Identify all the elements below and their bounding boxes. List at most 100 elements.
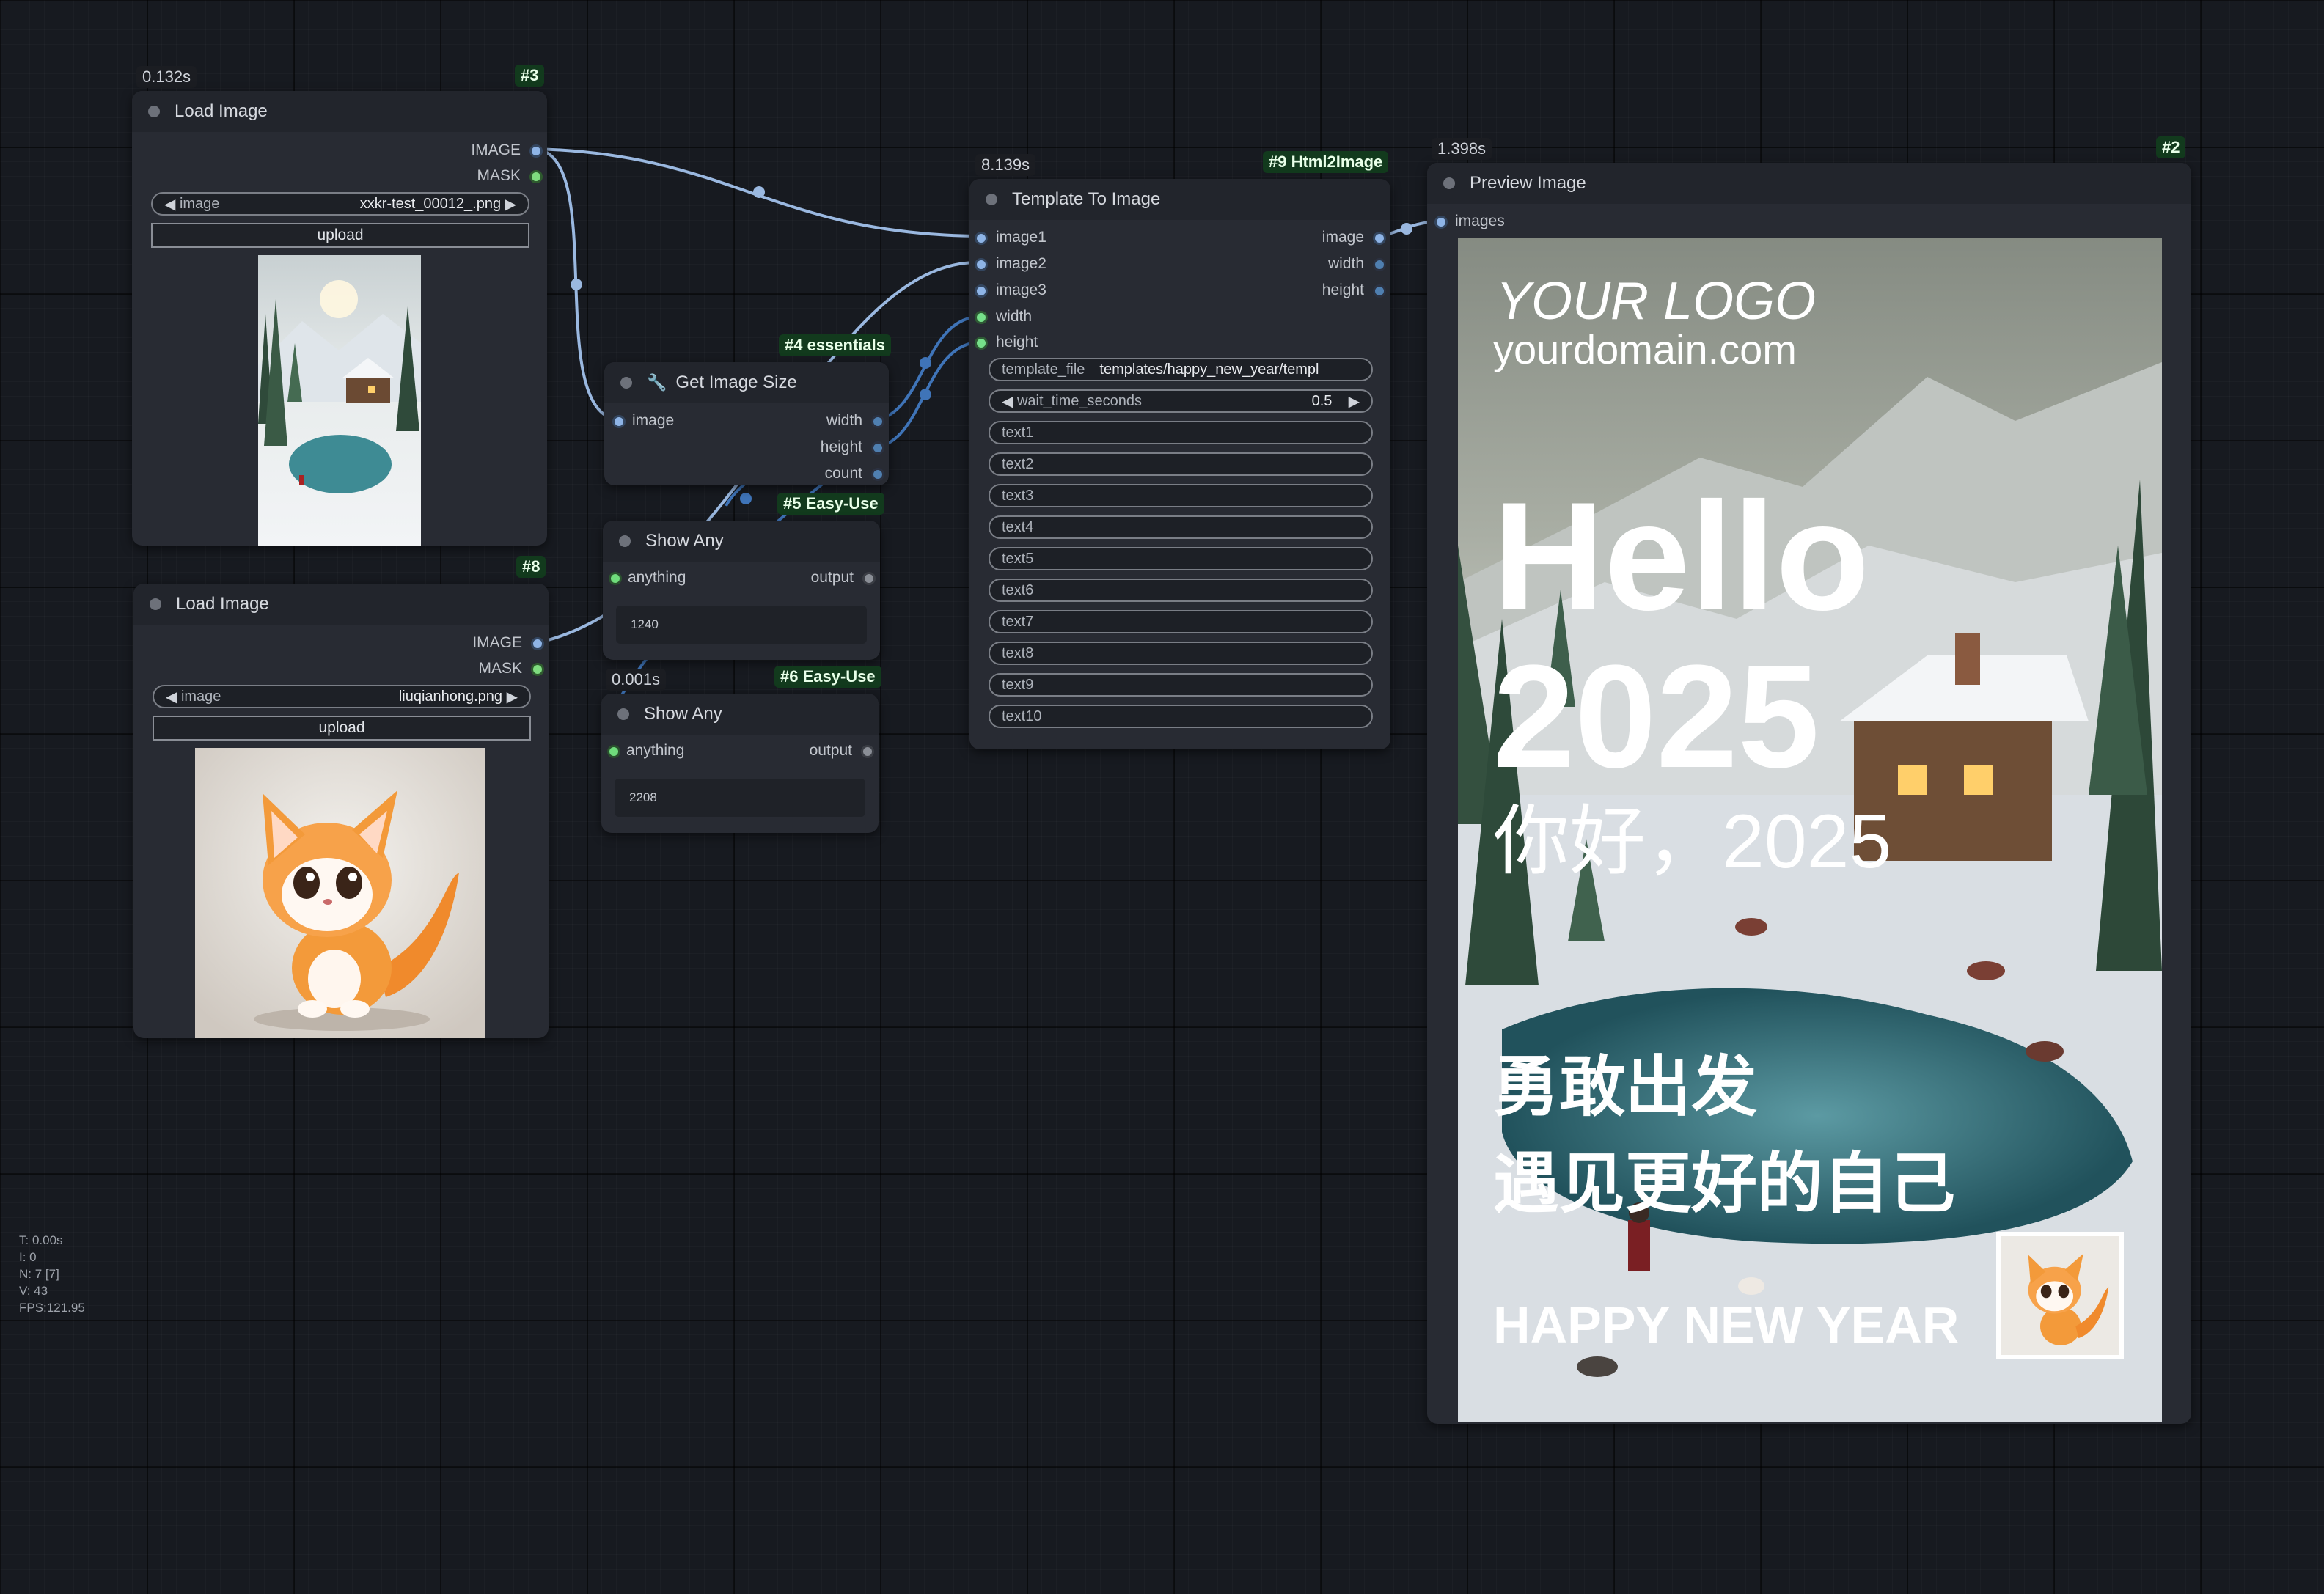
output-image-label: IMAGE <box>472 634 522 651</box>
arrow-right-icon[interactable]: ▶ <box>1332 392 1360 411</box>
output-width-socket[interactable] <box>1373 258 1386 271</box>
tmpl-time: 8.139s <box>975 154 1036 176</box>
input-image1-socket[interactable] <box>975 232 988 245</box>
node-header[interactable]: Show Any <box>601 694 879 735</box>
poster-cn-line1: 勇敢出发 <box>1493 1051 1757 1124</box>
output-mask-label: MASK <box>478 660 522 677</box>
wait-time-slider[interactable]: ◀ wait_time_seconds 0.5 ▶ <box>989 389 1373 413</box>
input-images-socket[interactable] <box>1434 216 1448 229</box>
text9-input[interactable]: text9 <box>989 673 1373 697</box>
canvas-stats: T: 0.00s I: 0 N: 7 [7] V: 43 FPS:121.95 <box>19 1232 85 1316</box>
arrow-left-icon[interactable]: ◀ <box>166 688 181 706</box>
preview-image-node[interactable]: Preview Image images YOUR LOGO yourdomai… <box>1427 163 2191 1424</box>
text4-input[interactable]: text4 <box>989 515 1373 539</box>
winter-lake-thumbnail <box>258 255 421 546</box>
image-combo[interactable]: ◀ image liuqianhong.png ▶ <box>153 685 531 708</box>
arrow-right-icon[interactable]: ▶ <box>502 688 518 706</box>
preview-id: #2 <box>2156 136 2186 158</box>
input-images-label: images <box>1455 213 1505 229</box>
text6-input[interactable]: text6 <box>989 579 1373 602</box>
text10-input[interactable]: text10 <box>989 705 1373 728</box>
output-mask-socket[interactable] <box>531 663 544 676</box>
show-any-node-1[interactable]: Show Any anything output 1240 <box>603 521 880 660</box>
poster-footer: HAPPY NEW YEAR <box>1493 1296 1960 1354</box>
input-image2-socket[interactable] <box>975 258 988 271</box>
collapse-dot-icon[interactable] <box>620 377 632 389</box>
node-header[interactable]: Load Image <box>133 584 549 625</box>
output-socket[interactable] <box>862 572 876 585</box>
collapse-dot-icon[interactable] <box>619 535 631 547</box>
output-mask-label: MASK <box>477 167 521 184</box>
output-height-label: height <box>820 438 862 455</box>
collapse-dot-icon[interactable] <box>150 598 161 610</box>
image-combo[interactable]: ◀ image xxkr-test_00012_.png ▶ <box>151 192 529 216</box>
input-anything-socket[interactable] <box>607 745 620 758</box>
load-image-node-1[interactable]: Load Image IMAGE MASK ◀ image xxkr-test_0… <box>132 91 547 546</box>
output-socket[interactable] <box>861 745 874 758</box>
poster-hello: Hello <box>1493 470 1870 642</box>
output-label: output <box>809 742 852 759</box>
node-header[interactable]: Template To Image <box>969 179 1390 220</box>
poster-cn-greeting: 你好，2025 <box>1493 799 1892 884</box>
text1-input[interactable]: text1 <box>989 421 1373 444</box>
node-title: Load Image <box>176 594 269 614</box>
output-width-label: width <box>1327 255 1364 272</box>
text2-input[interactable]: text2 <box>989 452 1373 476</box>
text8-input[interactable]: text8 <box>989 642 1373 665</box>
node-header[interactable]: Load Image <box>132 91 547 132</box>
poster-domain: yourdomain.com <box>1493 326 1797 372</box>
input-image1-label: image1 <box>996 229 1046 246</box>
arrow-left-icon[interactable]: ◀ <box>164 195 180 213</box>
output-width-socket[interactable] <box>871 415 884 428</box>
input-image3-socket[interactable] <box>975 284 988 298</box>
input-image2-label: image2 <box>996 255 1046 272</box>
node-header[interactable]: 🔧 Get Image Size <box>604 362 889 403</box>
output-image-socket[interactable] <box>1373 232 1386 245</box>
node-title: Show Any <box>644 704 722 724</box>
input-image-label: image <box>632 412 675 429</box>
upload-button[interactable]: upload <box>151 223 529 248</box>
stat-i: I: 0 <box>19 1250 37 1264</box>
text5-input[interactable]: text5 <box>989 547 1373 570</box>
output-height-socket[interactable] <box>1373 284 1386 298</box>
arrow-right-icon[interactable]: ▶ <box>501 195 516 213</box>
output-mask-socket[interactable] <box>529 170 543 183</box>
arrow-left-icon[interactable]: ◀ <box>1002 392 1017 411</box>
output-value-box[interactable]: 1240 <box>616 606 867 644</box>
input-height-socket[interactable] <box>975 337 988 350</box>
input-anything-socket[interactable] <box>609 572 622 585</box>
poster-logo: YOUR LOGO <box>1496 272 1817 331</box>
collapse-dot-icon[interactable] <box>986 194 997 205</box>
load-image-node-2[interactable]: Load Image IMAGE MASK ◀ image liuqianhong… <box>133 584 549 1038</box>
output-value-box[interactable]: 2208 <box>615 779 865 817</box>
stat-nodes: N: 7 [7] <box>19 1267 59 1281</box>
output-height-socket[interactable] <box>871 441 884 455</box>
collapse-dot-icon[interactable] <box>617 708 629 720</box>
poster-year: 2025 <box>1493 635 1819 798</box>
show-any-node-2[interactable]: Show Any anything output 2208 <box>601 694 879 833</box>
text7-input[interactable]: text7 <box>989 610 1373 633</box>
collapse-dot-icon[interactable] <box>148 106 160 117</box>
upload-button[interactable]: upload <box>153 716 531 741</box>
input-anything-label: anything <box>628 569 686 586</box>
template-file-input[interactable]: template_file templates/happy_new_year/te… <box>989 358 1373 381</box>
node-header[interactable]: Show Any <box>603 521 880 562</box>
node-header[interactable]: Preview Image <box>1427 163 2191 204</box>
get-image-size-node[interactable]: 🔧 Get Image Size image width height count <box>604 362 889 485</box>
template-to-image-node[interactable]: Template To Image image1 image2 image3 w… <box>969 179 1390 749</box>
size-id: #4 essentials <box>779 334 891 356</box>
load1-time: 0.132s <box>136 66 197 88</box>
stat-fps: FPS:121.95 <box>19 1301 85 1315</box>
stat-v: V: 43 <box>19 1284 48 1298</box>
input-width-socket[interactable] <box>975 311 988 324</box>
output-count-socket[interactable] <box>871 468 884 481</box>
output-image-socket[interactable] <box>531 637 544 650</box>
collapse-dot-icon[interactable] <box>1443 177 1455 189</box>
show2-time: 0.001s <box>606 669 667 691</box>
input-image-socket[interactable] <box>612 415 626 428</box>
input-anything-label: anything <box>626 742 685 759</box>
stat-time: T: 0.00s <box>19 1233 63 1247</box>
fox-kitten-thumbnail <box>195 748 485 1038</box>
text3-input[interactable]: text3 <box>989 484 1373 507</box>
output-image-socket[interactable] <box>529 144 543 158</box>
